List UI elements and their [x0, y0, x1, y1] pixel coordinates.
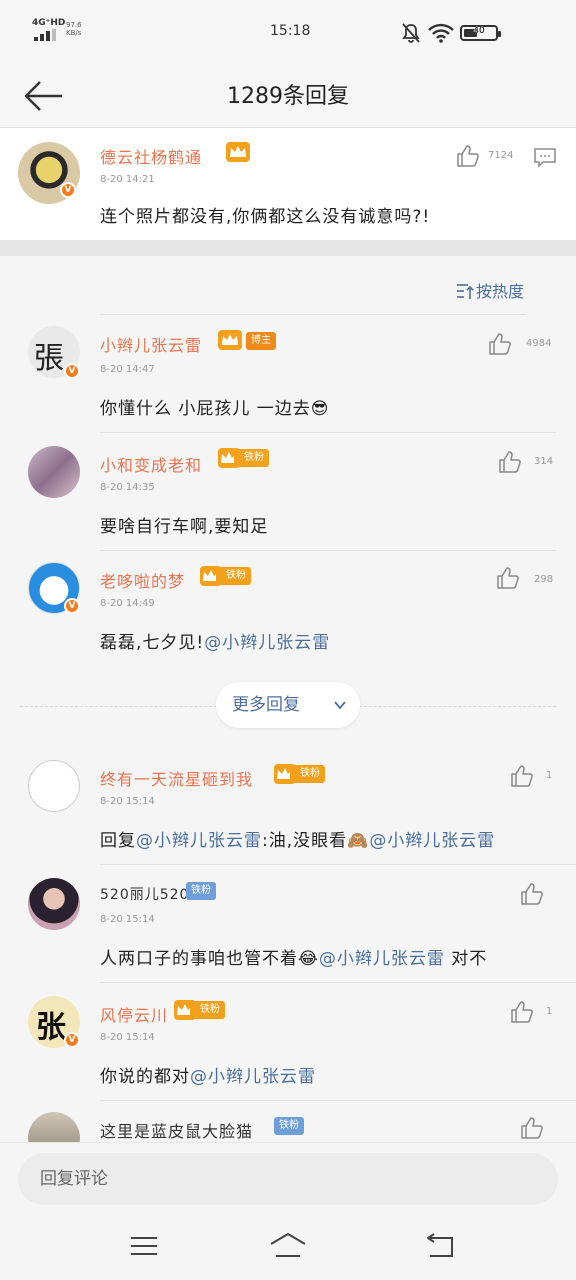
reply-time: 8-20 15:14: [100, 796, 155, 807]
reply-bar: 回复评论: [0, 1142, 576, 1212]
mute-icon: [402, 23, 420, 43]
divider: [100, 864, 576, 865]
verified-badge: V: [60, 182, 76, 198]
like-count: 1: [546, 770, 553, 781]
divider: [100, 982, 576, 983]
avatar-calligraphy: 張: [34, 341, 64, 376]
avatar[interactable]: [28, 760, 80, 812]
network-indicator: 4G⁺HD: [32, 18, 66, 28]
like-count: 7124: [488, 150, 514, 161]
top-bar: 1289条回复: [0, 64, 576, 128]
signal-icon: [34, 29, 56, 41]
home-icon[interactable]: [268, 1230, 308, 1262]
reply-time: 8-20 14:49: [100, 598, 155, 609]
more-replies-row: 更多回复: [20, 682, 556, 730]
divider: [100, 1100, 576, 1101]
reply-author[interactable]: 这里是蓝皮鼠大脸猫: [100, 1118, 253, 1142]
reply-author[interactable]: 小和变成老和: [100, 452, 202, 476]
reply-time: 8-20 15:14: [100, 1032, 155, 1043]
blogger-tag: 博主: [246, 332, 276, 350]
reply-text: 要啥自行车啊,要知足: [100, 517, 269, 537]
reply-time: 8-20 15:14: [100, 914, 155, 925]
like-count: 314: [534, 456, 554, 467]
thumbs-up-icon[interactable]: [510, 764, 534, 788]
reply-text: 人两口子的事咱也管不着😂@小辫儿张云雷 对不: [100, 949, 488, 969]
reply-time: 8-20 14:35: [100, 482, 155, 493]
thumbs-up-icon[interactable]: [498, 450, 522, 474]
reply-text: 你懂什么 小屁孩儿 一边去😎: [100, 399, 330, 419]
reply-input[interactable]: 回复评论: [18, 1153, 558, 1205]
like-count: 4984: [526, 338, 552, 349]
like-count: 1: [546, 1006, 553, 1017]
main-comment: V 德云社杨鹤通 8-20 14:21 连个照片都没有,你俩都这么没有诚意吗?!…: [0, 128, 576, 240]
menu-icon[interactable]: [124, 1230, 164, 1262]
reply-author[interactable]: 小辫儿张云雷: [100, 332, 202, 356]
divider: [100, 550, 556, 551]
reply-time: 8-20 14:47: [100, 364, 155, 375]
battery-percent: 40: [473, 26, 485, 36]
chevron-down-icon: [334, 701, 346, 710]
verified-badge: V: [64, 363, 80, 379]
avatar[interactable]: [28, 446, 80, 498]
crown-icon: [218, 330, 242, 350]
sort-icon: [456, 284, 474, 299]
page-title: 1289条回复: [227, 84, 349, 109]
mention-link[interactable]: @小辫儿张云雷: [319, 949, 445, 969]
thumbs-up-icon[interactable]: [520, 1116, 544, 1140]
mention-link[interactable]: @小辫儿张云雷: [190, 1067, 316, 1087]
verified-badge: V: [64, 598, 80, 614]
reply-author[interactable]: 风停云川: [100, 1002, 168, 1026]
battery-icon: 40: [460, 25, 501, 41]
mention-link[interactable]: @小辫儿张云雷: [136, 831, 262, 851]
reply-text: 回复@小辫儿张云雷:油,没眼看🙈@小辫儿张云雷: [100, 831, 496, 851]
reply-author[interactable]: 终有一天流星砸到我: [100, 766, 253, 790]
comment-text: 连个照片都没有,你俩都这么没有诚意吗?!: [100, 207, 431, 227]
divider: [100, 432, 556, 433]
thumbs-up-icon[interactable]: [488, 332, 512, 356]
clock: 15:18: [270, 23, 311, 39]
comment-time: 8-20 14:21: [100, 174, 155, 185]
verified-badge: V: [64, 1032, 80, 1048]
comment-icon[interactable]: [534, 148, 556, 168]
avatar-calligraphy: 张: [36, 1010, 66, 1045]
network-speed: 97.6 KB/s: [66, 21, 82, 37]
thumbs-up-icon[interactable]: [520, 882, 544, 906]
reply-author[interactable]: 520丽儿520: [100, 884, 189, 904]
comment-author[interactable]: 德云社杨鹤通: [100, 144, 202, 168]
thumbs-up-icon[interactable]: [510, 1000, 534, 1024]
sort-bar: 按热度: [0, 256, 576, 316]
return-icon[interactable]: [420, 1230, 460, 1262]
fan-tag: 铁粉: [186, 882, 216, 900]
reply-text: 你说的都对@小辫儿张云雷: [100, 1067, 316, 1087]
thumbs-up-icon[interactable]: [496, 566, 520, 590]
reply-text: 磊磊,七夕见!@小辫儿张云雷: [100, 633, 331, 653]
crown-icon: [226, 142, 250, 162]
section-divider: [0, 240, 576, 256]
avatar[interactable]: [28, 878, 80, 930]
reply-author[interactable]: 老哆啦的梦: [100, 568, 185, 592]
like-count: 298: [534, 574, 554, 585]
sort-button[interactable]: 按热度: [456, 278, 524, 302]
wifi-icon: [428, 23, 454, 43]
system-nav-bar: [0, 1212, 576, 1280]
thumbs-up-icon[interactable]: [456, 144, 480, 168]
status-bar: 4G⁺HD 97.6 KB/s 15:18 40: [0, 0, 576, 64]
mention-link[interactable]: @小辫儿张云雷: [369, 831, 495, 851]
fan-tag: 铁粉: [274, 1117, 304, 1135]
divider: [100, 314, 526, 315]
mention-link[interactable]: @小辫儿张云雷: [204, 633, 330, 653]
more-replies-button[interactable]: 更多回复: [216, 682, 360, 728]
